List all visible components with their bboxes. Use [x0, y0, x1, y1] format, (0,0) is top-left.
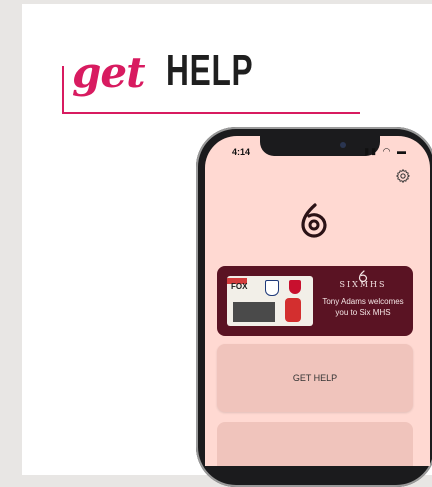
- gear-icon[interactable]: [395, 168, 411, 184]
- player-figure: [285, 298, 301, 322]
- status-icons: ▮▮ ◠ ▬: [364, 146, 408, 156]
- heading-underline: [62, 112, 360, 114]
- page-heading: get HELP: [62, 40, 362, 114]
- six-mhs-logo-icon: [301, 203, 327, 238]
- welcome-thumbnail: FOX: [227, 276, 313, 326]
- secondary-button[interactable]: [217, 422, 413, 466]
- heading-bold-word: HELP: [166, 46, 254, 95]
- welcome-message: Tony Adams welcomes you to Six MHS: [322, 297, 404, 317]
- england-crest-icon: [265, 280, 279, 296]
- thumb-label: FOX: [231, 282, 248, 291]
- phone-notch: [260, 136, 380, 156]
- team-photo: [233, 302, 275, 322]
- heading-script-word: get: [72, 48, 145, 97]
- get-help-button[interactable]: GET HELP: [217, 344, 413, 412]
- status-time: 4:14: [232, 147, 251, 157]
- camera-icon: [340, 142, 346, 148]
- phone-screen: 4:14 ▮▮ ◠ ▬ FOX SIXMHS Tony Adams welcom…: [205, 136, 430, 466]
- heading-accent-line: [62, 66, 64, 114]
- brand-name: SIXMHS: [339, 280, 387, 289]
- welcome-card[interactable]: FOX SIXMHS Tony Adams welcomes you to Si…: [217, 266, 413, 336]
- arsenal-crest-icon: [289, 280, 301, 294]
